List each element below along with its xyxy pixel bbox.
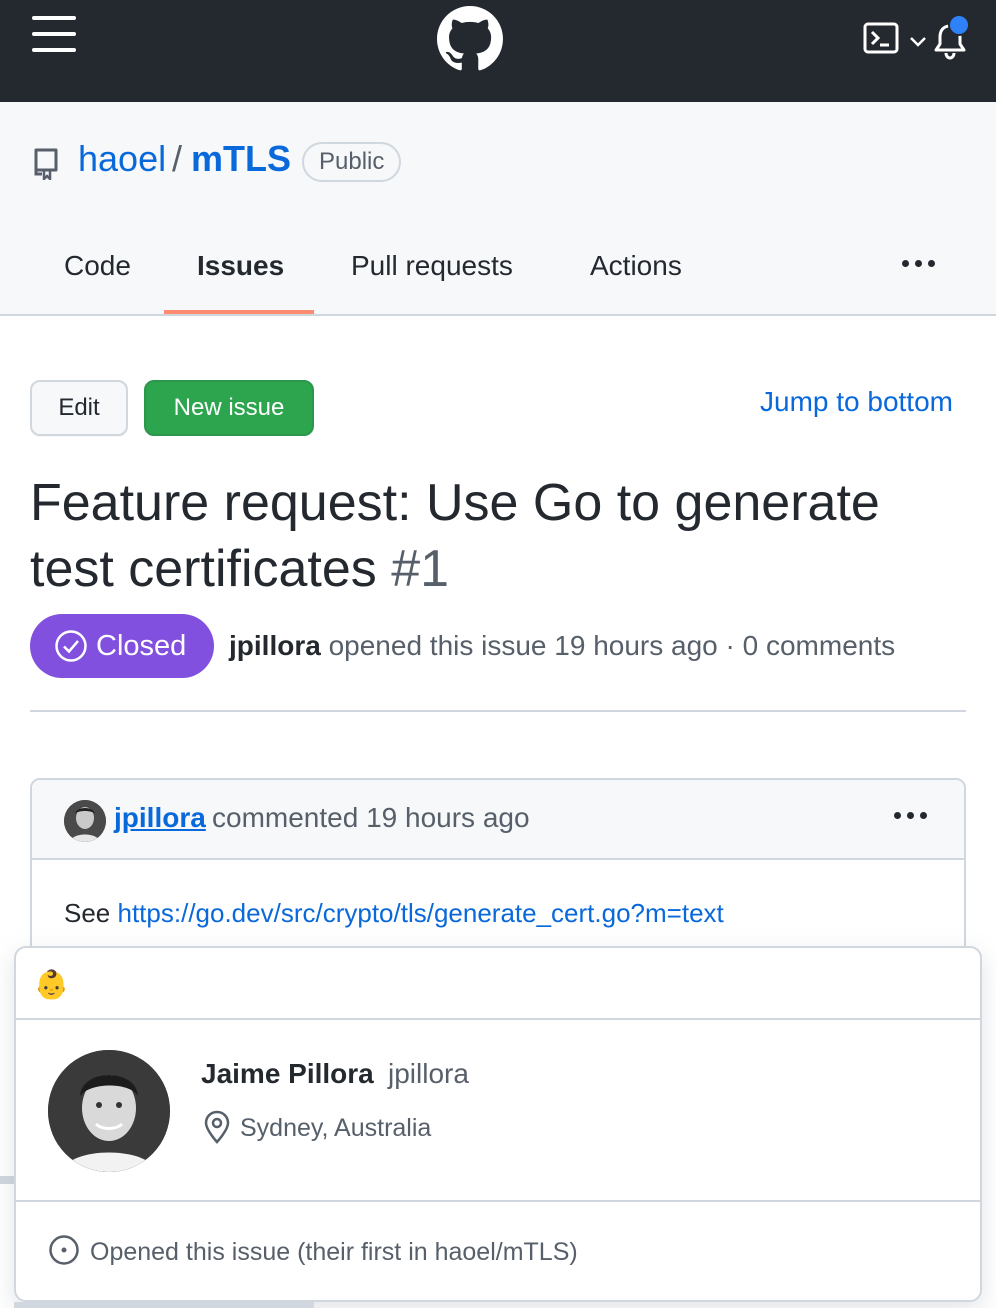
repo-icon (34, 148, 58, 180)
github-logo-icon[interactable] (437, 6, 503, 72)
hamburger-menu-icon[interactable] (32, 16, 76, 54)
hovercard-divider (16, 1200, 980, 1202)
comment-body: See https://go.dev/src/crypto/tls/genera… (64, 898, 724, 929)
hovercard-contribution-note: Opened this issue (their first in haoel/… (90, 1238, 578, 1266)
user-hovercard: 👶 Jaime Pillora jpillora Sydney, Austral… (14, 946, 982, 1302)
issue-title-text: Feature request: Use Go to generate test… (30, 474, 880, 598)
tab-code[interactable]: Code (64, 250, 131, 282)
jump-to-bottom-link[interactable]: Jump to bottom (760, 386, 953, 418)
hovercard-login[interactable]: jpillora (388, 1058, 469, 1090)
repo-name-link[interactable]: mTLS (191, 138, 291, 180)
tab-actions[interactable]: Actions (590, 250, 682, 282)
issue-meta: jpillora opened this issue 19 hours ago … (229, 630, 895, 662)
visibility-badge: Public (302, 142, 402, 182)
issue-state-label: Closed (96, 630, 187, 662)
background-edge (0, 1176, 14, 1184)
issue-opened-icon (49, 1235, 79, 1265)
hovercard-divider (16, 1018, 980, 1020)
avatar[interactable] (64, 800, 106, 842)
comment-body-prefix: See (64, 898, 111, 928)
hovercard-location: Sydney, Australia (240, 1114, 432, 1142)
comment-author-link[interactable]: jpillora (114, 802, 206, 834)
comment-header: jpillora commented 19 hours ago (32, 780, 964, 860)
status-emoji: 👶 (34, 969, 69, 1000)
hovercard-full-name[interactable]: Jaime Pillora (201, 1058, 374, 1090)
hovercard-avatar[interactable] (48, 1050, 170, 1172)
more-tabs-icon[interactable] (898, 248, 938, 280)
issue-opened-text: opened this issue 19 hours ago · 0 comme… (328, 630, 896, 661)
edit-button[interactable]: Edit (30, 380, 128, 436)
issue-title: Feature request: Use Go to generate test… (30, 470, 970, 602)
repo-owner-link[interactable]: haoel (78, 138, 166, 180)
comment-timestamp: commented 19 hours ago (212, 802, 530, 833)
top-navbar (0, 0, 996, 102)
comment-options-icon[interactable] (892, 800, 932, 832)
tab-issues[interactable]: Issues (197, 250, 284, 282)
new-issue-button[interactable]: New issue (144, 380, 314, 436)
chevron-down-icon[interactable] (907, 30, 929, 52)
tab-pull-requests[interactable]: Pull requests (351, 250, 513, 282)
terminal-icon[interactable] (863, 22, 899, 54)
repo-separator: / (172, 138, 183, 179)
issue-number: #1 (391, 540, 450, 598)
divider (30, 710, 966, 712)
notification-dot (948, 14, 970, 36)
comment-body-link[interactable]: https://go.dev/src/crypto/tls/generate_c… (118, 898, 724, 928)
repo-header: haoel / mTLS Public Code Issues Pull req… (0, 102, 996, 316)
issue-author-link[interactable]: jpillora (229, 630, 321, 661)
background-edge (14, 1302, 314, 1308)
active-tab-indicator (164, 310, 314, 314)
location-pin-icon (204, 1110, 230, 1144)
check-circle-icon (55, 630, 87, 662)
issue-state-badge: Closed (30, 614, 214, 678)
